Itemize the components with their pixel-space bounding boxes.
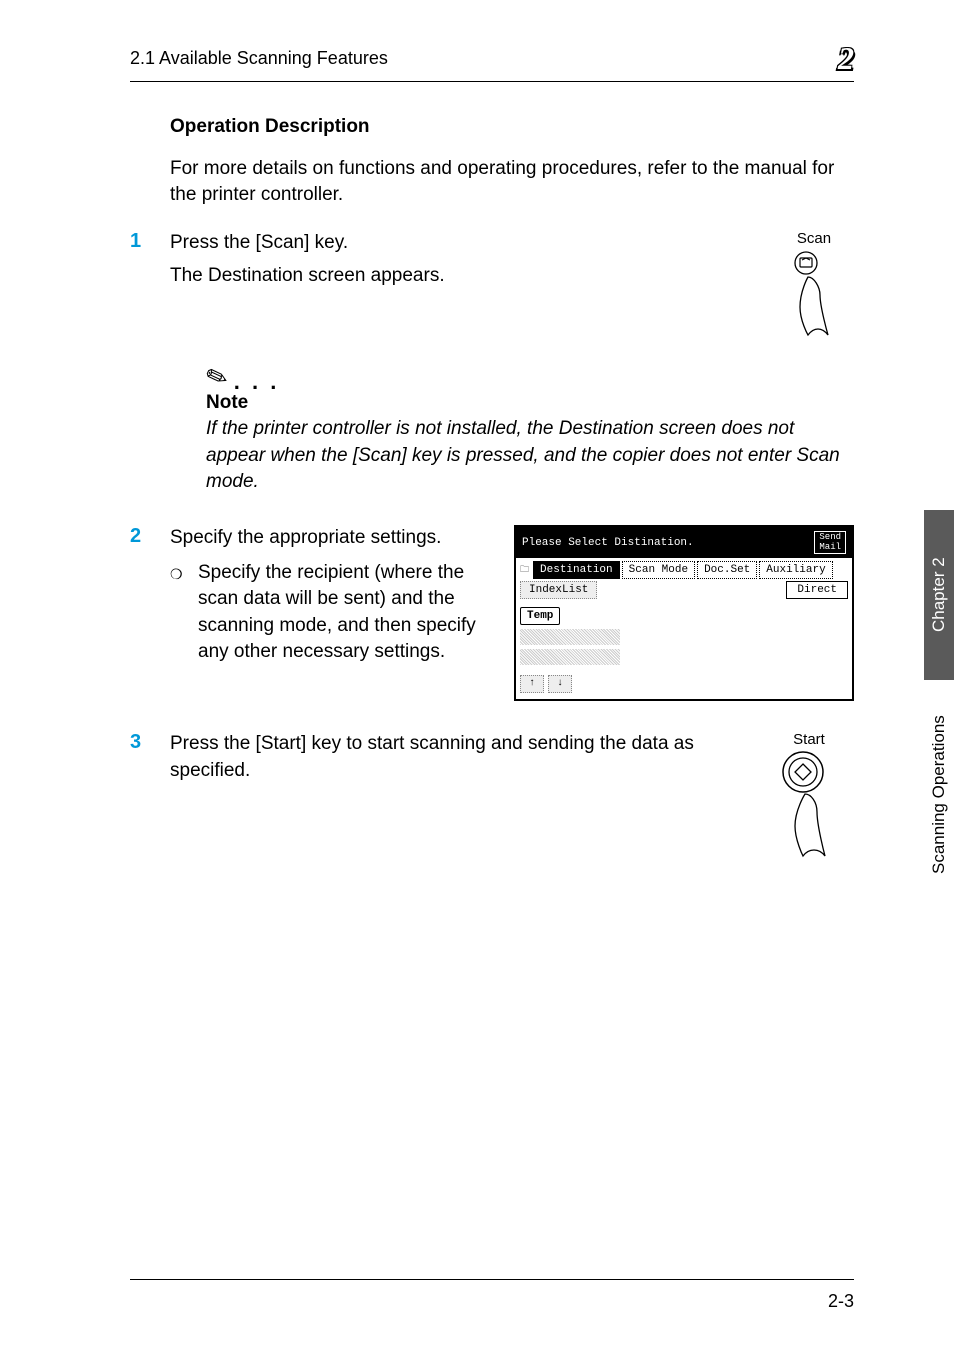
- pencil-icon: ✎: [202, 361, 231, 393]
- step-number-3: 3: [130, 731, 170, 784]
- page-number: 2-3: [828, 1291, 854, 1312]
- step-number-2: 2: [130, 525, 170, 548]
- start-key-illustration: Start: [764, 731, 854, 865]
- note-dots-icon: . . .: [234, 373, 280, 391]
- tab-auxiliary[interactable]: Auxiliary: [759, 561, 832, 579]
- step-1-text: Press the [Scan] key.: [170, 230, 774, 257]
- footer-rule: [130, 1279, 854, 1280]
- step-3-text: Press the [Start] key to start scanning …: [170, 731, 744, 784]
- step-number-1: 1: [130, 230, 170, 253]
- chapter-badge: 2: [838, 40, 854, 77]
- screen-top-message: Please Select Distination.: [522, 537, 694, 549]
- section-heading: Operation Description: [170, 116, 854, 138]
- intro-paragraph: For more details on functions and operat…: [170, 156, 854, 208]
- tab-destination[interactable]: Destination: [533, 561, 620, 579]
- side-tab-chapter: Chapter 2: [924, 510, 954, 680]
- step-2-text: Specify the appropriate settings.: [170, 525, 502, 552]
- screen-mode-box: Send Mail: [814, 531, 846, 554]
- index-list-button[interactable]: IndexList: [520, 581, 597, 599]
- note-text: If the printer controller is not install…: [206, 416, 854, 495]
- list-placeholder-row: [520, 629, 620, 645]
- scroll-down-button[interactable]: ↓: [548, 675, 572, 693]
- scan-key-label: Scan: [774, 230, 854, 247]
- start-press-icon: [769, 750, 849, 860]
- start-key-label: Start: [764, 731, 854, 748]
- direct-button[interactable]: Direct: [786, 581, 848, 599]
- note-label: Note: [206, 392, 854, 414]
- side-tab-section: Scanning Operations: [924, 680, 954, 910]
- bullet-icon: ❍: [170, 560, 198, 585]
- step-1-subtext: The Destination screen appears.: [170, 265, 774, 287]
- scan-press-icon: [784, 249, 844, 339]
- scroll-up-button[interactable]: ↑: [520, 675, 544, 693]
- temp-button[interactable]: Temp: [520, 607, 560, 625]
- tab-scan-mode[interactable]: Scan Mode: [622, 561, 695, 579]
- destination-screen-illustration: Please Select Distination. Send Mail 🗀 D…: [514, 525, 854, 701]
- scan-key-illustration: Scan: [774, 230, 854, 342]
- folder-icon: 🗀: [520, 562, 529, 578]
- tab-doc-set[interactable]: Doc.Set: [697, 561, 757, 579]
- list-placeholder-row: [520, 649, 620, 665]
- header-section-title: 2.1 Available Scanning Features: [130, 48, 388, 69]
- step-2-bullet-text: Specify the recipient (where the scan da…: [198, 560, 502, 666]
